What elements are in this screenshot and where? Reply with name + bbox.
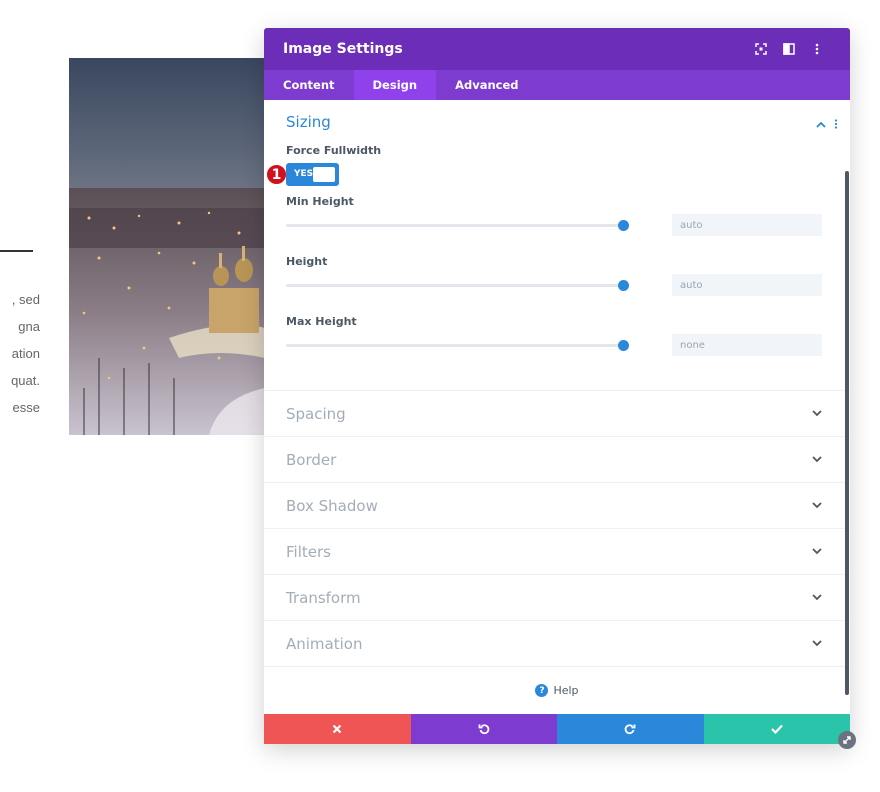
image-settings-modal: Image Settings Content Design Advanced S… — [264, 28, 850, 744]
undo-icon — [478, 724, 490, 735]
help-icon: ? — [535, 684, 549, 697]
toggle-yes-label: YES — [294, 169, 314, 179]
city-night-photo — [69, 58, 265, 435]
tab-design[interactable]: Design — [353, 70, 437, 100]
scrollbar[interactable] — [845, 171, 849, 695]
chevron-down-icon — [812, 456, 822, 463]
force-fullwidth-label: Force Fullwidth — [286, 144, 382, 157]
help-link[interactable]: ? Help — [264, 684, 850, 697]
section-title: Filters — [286, 542, 331, 561]
fullscreen-icon[interactable] — [747, 35, 775, 63]
border-section[interactable]: Border — [264, 437, 850, 483]
cancel-button[interactable] — [264, 714, 411, 744]
spacing-section[interactable]: Spacing — [264, 391, 850, 437]
animation-section[interactable]: Animation — [264, 621, 850, 667]
height-control: Height — [286, 255, 828, 315]
modal-footer — [264, 714, 850, 744]
max-height-control: Max Height — [286, 315, 828, 375]
settings-tabs: Content Design Advanced — [264, 70, 850, 100]
chevron-down-icon — [812, 410, 822, 417]
min-height-slider-handle[interactable] — [618, 220, 629, 231]
settings-body: Sizing Force Fullwidth 1 YES Min Height — [264, 100, 850, 714]
height-slider-track[interactable] — [286, 284, 624, 287]
min-height-slider-track[interactable] — [286, 224, 624, 227]
max-height-slider-track[interactable] — [286, 344, 624, 347]
chevron-down-icon — [812, 640, 822, 647]
modal-header: Image Settings — [264, 28, 850, 70]
text-line: quat. — [11, 373, 40, 388]
help-label: Help — [553, 684, 579, 697]
max-height-slider-handle[interactable] — [618, 340, 629, 351]
close-icon — [332, 724, 342, 734]
transform-section[interactable]: Transform — [264, 575, 850, 621]
force-fullwidth-toggle[interactable]: YES — [286, 163, 339, 186]
sizing-section: Sizing Force Fullwidth 1 YES Min Height — [264, 100, 850, 391]
chevron-down-icon — [812, 548, 822, 555]
sizing-section-title[interactable]: Sizing — [286, 100, 828, 144]
redo-button[interactable] — [557, 714, 704, 744]
min-height-input[interactable] — [672, 214, 822, 236]
max-height-input[interactable] — [672, 334, 822, 356]
toggle-knob — [313, 167, 335, 182]
text-line: esse — [12, 400, 40, 415]
height-label: Height — [286, 255, 328, 268]
section-title: Spacing — [286, 404, 346, 423]
min-height-control: Min Height — [286, 195, 828, 255]
body-text: , sed gna ation quat. esse — [0, 286, 40, 421]
section-title: Box Shadow — [286, 496, 378, 515]
resize-handle-icon[interactable] — [838, 731, 856, 749]
text-line: gna — [18, 319, 40, 334]
section-title: Transform — [286, 588, 361, 607]
check-icon — [770, 724, 783, 734]
section-title: Animation — [286, 634, 363, 653]
tab-content[interactable]: Content — [264, 70, 354, 100]
text-line: , sed — [11, 292, 40, 307]
box-shadow-section[interactable]: Box Shadow — [264, 483, 850, 529]
tab-advanced[interactable]: Advanced — [436, 70, 537, 100]
more-options-icon[interactable] — [803, 35, 831, 63]
redo-icon — [624, 724, 636, 735]
text-line: ation — [11, 346, 40, 361]
split-view-icon[interactable] — [775, 35, 803, 63]
modal-title: Image Settings — [283, 41, 403, 57]
step-badge: 1 — [265, 163, 288, 186]
section-options-icon[interactable] — [834, 114, 838, 133]
chevron-up-icon[interactable] — [816, 114, 826, 133]
max-height-label: Max Height — [286, 315, 357, 328]
save-button[interactable] — [703, 714, 850, 744]
undo-button[interactable] — [410, 714, 557, 744]
min-height-label: Min Height — [286, 195, 354, 208]
height-slider-handle[interactable] — [618, 280, 629, 291]
filters-section[interactable]: Filters — [264, 529, 850, 575]
height-input[interactable] — [672, 274, 822, 296]
chevron-down-icon — [812, 502, 822, 509]
content-divider — [0, 250, 33, 252]
chevron-down-icon — [812, 594, 822, 601]
section-title: Border — [286, 450, 337, 469]
